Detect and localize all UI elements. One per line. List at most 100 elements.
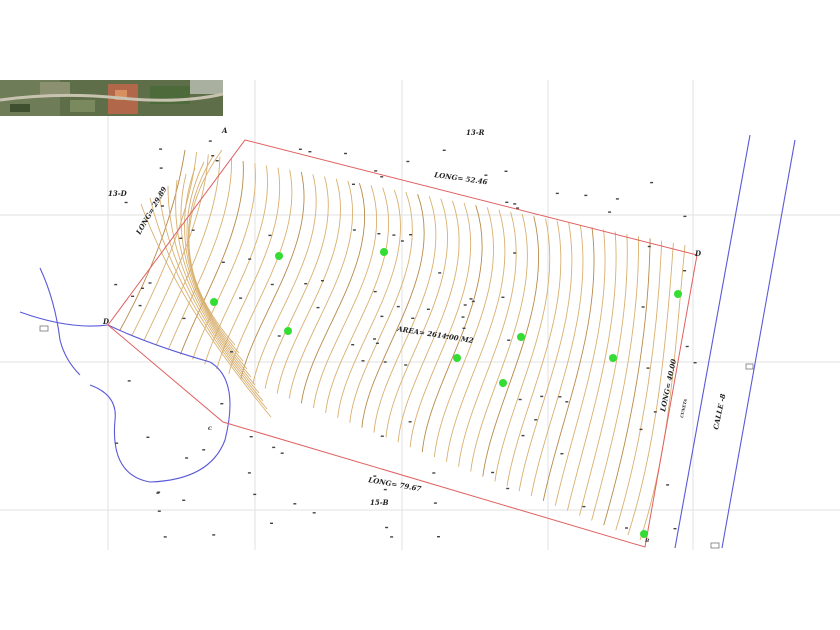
survey-point <box>484 174 488 176</box>
survey-point <box>463 304 467 306</box>
survey-point <box>249 436 253 438</box>
survey-point <box>220 403 224 405</box>
survey-point <box>159 148 163 150</box>
survey-point <box>390 536 394 538</box>
survey-point <box>308 151 312 153</box>
contour-line <box>300 182 366 404</box>
survey-point <box>396 305 400 308</box>
aerial-photo-thumbnail <box>0 80 224 116</box>
contour-line <box>192 163 256 360</box>
survey-point <box>507 339 511 341</box>
contour-line <box>337 189 401 418</box>
survey-point <box>683 215 687 218</box>
label-vertex-a: A <box>221 126 228 135</box>
survey-point <box>293 503 297 505</box>
survey-point <box>438 272 442 274</box>
survey-point <box>239 297 243 299</box>
survey-point <box>115 442 119 444</box>
contour-line <box>228 169 293 375</box>
survey-point <box>516 207 520 209</box>
survey-point <box>351 344 355 346</box>
survey-point <box>268 234 272 237</box>
tree-marker <box>674 290 682 298</box>
contour-line <box>188 149 236 346</box>
survey-point <box>280 452 284 454</box>
survey-point <box>521 434 525 437</box>
survey-point <box>666 484 670 486</box>
survey-point <box>505 201 509 203</box>
survey-point <box>693 362 697 364</box>
survey-point <box>380 176 384 178</box>
survey-point <box>650 181 654 184</box>
survey-point <box>625 527 628 529</box>
tree-marker <box>453 354 461 362</box>
tree-marker <box>640 530 648 538</box>
tree-marker <box>284 327 292 335</box>
contour-line <box>349 191 413 423</box>
survey-point <box>582 505 586 508</box>
label-long-south: LONG= 79.67 <box>367 475 422 493</box>
survey-points <box>114 140 697 538</box>
label-vertex-b: B <box>644 538 649 544</box>
contour-line <box>175 179 256 386</box>
survey-point <box>615 198 619 200</box>
survey-point <box>392 234 396 236</box>
survey-point <box>352 229 356 231</box>
survey-point <box>352 183 355 185</box>
contour-line <box>288 180 354 399</box>
contour-line <box>216 167 280 370</box>
survey-point <box>491 471 495 474</box>
contour-line <box>180 173 252 378</box>
survey-point <box>408 421 412 423</box>
survey-point <box>685 345 689 348</box>
survey-point <box>534 419 538 421</box>
survey-point <box>211 155 215 157</box>
survey-point <box>501 296 505 298</box>
survey-point <box>647 245 651 248</box>
survey-point <box>344 152 347 155</box>
contour-line <box>542 227 595 501</box>
survey-point <box>380 315 384 318</box>
survey-point <box>513 203 517 205</box>
survey-point <box>411 317 415 319</box>
tree-markers <box>210 248 682 538</box>
survey-point <box>373 338 376 340</box>
survey-point <box>653 411 657 413</box>
contour-line <box>470 213 528 472</box>
survey-point <box>321 280 324 282</box>
survey-point <box>212 534 216 536</box>
survey-point <box>179 237 183 239</box>
survey-point <box>555 192 559 195</box>
survey-point <box>437 536 440 538</box>
contour-line <box>554 229 606 506</box>
contour-line <box>361 194 425 428</box>
survey-point <box>182 317 186 320</box>
survey-point <box>641 306 645 308</box>
survey-point <box>247 472 251 474</box>
contour-line <box>530 225 584 497</box>
survey-point <box>304 283 308 285</box>
label-street: CALLE -8 <box>711 393 727 431</box>
tree-marker <box>210 298 218 306</box>
survey-point <box>253 493 257 496</box>
survey-point <box>221 261 225 263</box>
survey-point <box>400 240 404 242</box>
survey-point <box>159 167 163 169</box>
survey-point <box>316 306 320 309</box>
survey-point <box>215 160 219 162</box>
plan-labels: 13-R 13-D 15-B LONG= 52.46 LONG= 29.89 L… <box>102 126 728 544</box>
survey-point <box>185 457 189 459</box>
contour-line <box>276 178 342 394</box>
survey-point <box>277 335 281 337</box>
survey-point <box>248 258 252 260</box>
survey-point <box>230 351 234 353</box>
survey-point <box>114 283 118 286</box>
survey-point <box>506 487 510 490</box>
contour-line <box>149 197 268 410</box>
survey-point <box>683 270 687 272</box>
contour-line <box>313 185 377 409</box>
contour-line <box>373 196 437 433</box>
survey-point <box>377 233 381 235</box>
survey-point <box>131 295 135 297</box>
survey-point <box>540 395 544 398</box>
